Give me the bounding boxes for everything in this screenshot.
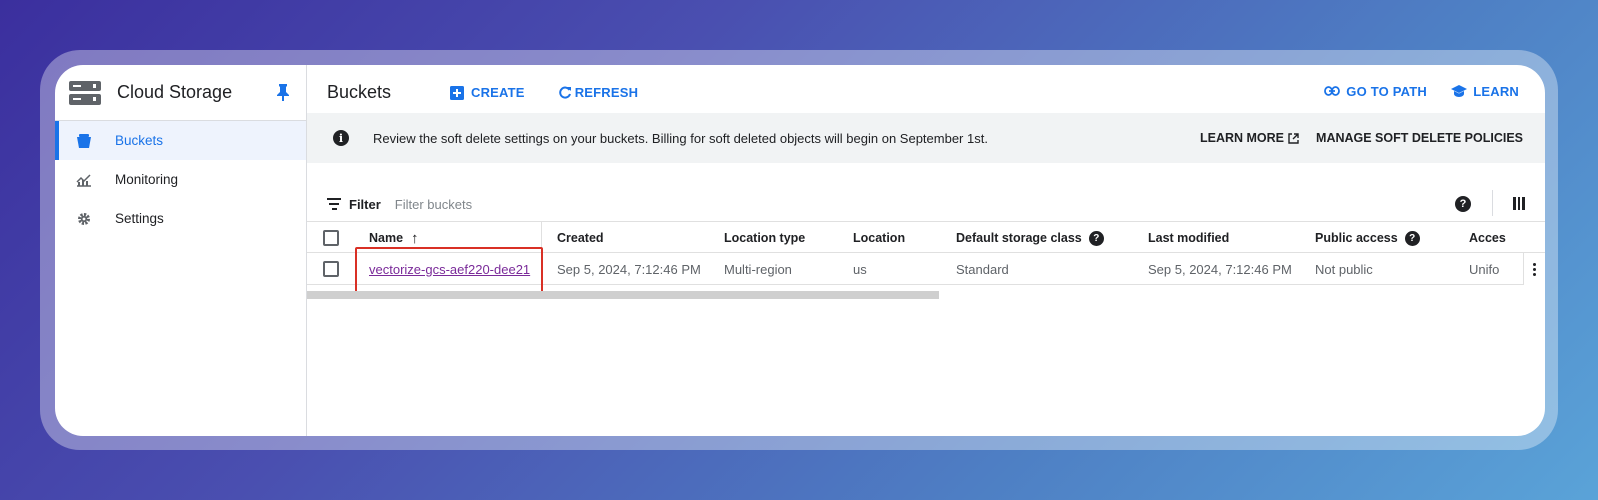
refresh-label: REFRESH bbox=[574, 85, 639, 100]
filter-label: Filter bbox=[349, 196, 381, 212]
storage-class-cell: Standard bbox=[956, 261, 1009, 277]
sidebar: Cloud Storage Buckets Monitoring Setting… bbox=[55, 65, 307, 436]
column-storage-class-label: Default storage class bbox=[956, 231, 1082, 245]
help-icon[interactable]: ? bbox=[1088, 230, 1104, 246]
learn-button[interactable]: LEARN bbox=[1451, 83, 1519, 99]
create-button[interactable]: CREATE bbox=[449, 85, 525, 101]
sidebar-header: Cloud Storage bbox=[55, 65, 306, 121]
row-checkbox[interactable] bbox=[323, 261, 339, 277]
create-label: CREATE bbox=[471, 85, 525, 100]
more-vert-icon[interactable] bbox=[1523, 253, 1545, 285]
bucket-icon bbox=[75, 132, 93, 150]
sidebar-item-label: Buckets bbox=[115, 133, 164, 148]
public-access-cell: Not public bbox=[1315, 261, 1373, 277]
column-public-access-label: Public access bbox=[1315, 231, 1398, 245]
pin-icon[interactable] bbox=[276, 83, 290, 101]
sidebar-nav: Buckets Monitoring Settings bbox=[55, 121, 306, 238]
bucket-name-cell: vectorize-gcs-aef220-dee21 bbox=[369, 253, 530, 285]
school-icon bbox=[1451, 83, 1468, 99]
last-modified-cell: Sep 5, 2024, 7:12:46 PM bbox=[1148, 261, 1292, 277]
refresh-icon bbox=[557, 85, 573, 101]
help-icon[interactable]: ? bbox=[1455, 196, 1471, 212]
sidebar-item-monitoring[interactable]: Monitoring bbox=[55, 160, 306, 199]
column-header-public-access[interactable]: Public access ? bbox=[1315, 222, 1420, 254]
go-to-path-label: GO TO PATH bbox=[1346, 83, 1427, 99]
main-content: Buckets CREATE REFRESH GO TO PATH LEARN … bbox=[307, 65, 1545, 436]
go-to-path-button[interactable]: GO TO PATH bbox=[1324, 83, 1427, 99]
soft-delete-banner: i Review the soft delete settings on you… bbox=[307, 113, 1545, 163]
created-cell: Sep 5, 2024, 7:12:46 PM bbox=[557, 261, 701, 277]
column-header-location-type[interactable]: Location type bbox=[724, 222, 805, 254]
monitoring-icon bbox=[75, 171, 93, 189]
gear-icon bbox=[75, 210, 93, 228]
sidebar-item-label: Monitoring bbox=[115, 172, 179, 187]
sidebar-item-label: Settings bbox=[115, 211, 164, 226]
sidebar-item-settings[interactable]: Settings bbox=[55, 199, 306, 238]
table-row: vectorize-gcs-aef220-dee21 Sep 5, 2024, … bbox=[307, 253, 1545, 285]
select-all-checkbox[interactable] bbox=[323, 230, 339, 246]
row-checkbox-cell bbox=[323, 253, 339, 285]
select-all-checkbox-cell bbox=[323, 222, 339, 254]
column-header-last-modified[interactable]: Last modified bbox=[1148, 222, 1229, 254]
cloud-storage-icon bbox=[69, 80, 101, 105]
filter-bar: Filter ? bbox=[307, 187, 1545, 221]
sidebar-item-buckets[interactable]: Buckets bbox=[55, 121, 306, 160]
column-header-location[interactable]: Location bbox=[853, 222, 905, 254]
learn-more-link[interactable]: LEARN MORE bbox=[1200, 131, 1299, 145]
column-header-storage-class[interactable]: Default storage class ? bbox=[956, 222, 1104, 254]
info-icon: i bbox=[333, 130, 349, 146]
table-header: Name ↑ Created Location type Location De… bbox=[307, 221, 1545, 253]
horizontal-scrollbar[interactable] bbox=[307, 291, 939, 299]
column-header-name[interactable]: Name ↑ bbox=[369, 222, 419, 254]
manage-soft-delete-button[interactable]: MANAGE SOFT DELETE POLICIES bbox=[1316, 131, 1523, 145]
link-icon bbox=[1324, 83, 1341, 99]
bucket-name-link[interactable]: vectorize-gcs-aef220-dee21 bbox=[369, 262, 530, 277]
buckets-table: Name ↑ Created Location type Location De… bbox=[307, 221, 1545, 295]
refresh-button[interactable]: REFRESH bbox=[557, 85, 639, 101]
column-name-label: Name bbox=[369, 231, 404, 245]
page-title: Buckets bbox=[327, 82, 392, 102]
cloud-console-window: Cloud Storage Buckets Monitoring Setting… bbox=[55, 65, 1545, 436]
divider bbox=[1492, 190, 1493, 216]
filter-icon bbox=[327, 198, 341, 210]
location-cell: us bbox=[853, 261, 867, 277]
location-type-cell: Multi-region bbox=[724, 261, 792, 277]
learn-more-label: LEARN MORE bbox=[1199, 131, 1284, 145]
open-in-new-icon bbox=[1288, 132, 1299, 144]
filter-input[interactable] bbox=[394, 196, 695, 212]
column-display-icon[interactable] bbox=[1513, 197, 1526, 210]
product-title: Cloud Storage bbox=[117, 82, 233, 102]
column-header-created[interactable]: Created bbox=[557, 222, 604, 254]
help-icon[interactable]: ? bbox=[1404, 230, 1420, 246]
sort-arrow-up-icon: ↑ bbox=[411, 229, 419, 247]
learn-label: LEARN bbox=[1473, 83, 1519, 99]
add-box-icon bbox=[449, 85, 465, 101]
banner-message: Review the soft delete settings on your … bbox=[373, 130, 988, 146]
column-header-access-control[interactable]: Acces bbox=[1469, 222, 1539, 254]
